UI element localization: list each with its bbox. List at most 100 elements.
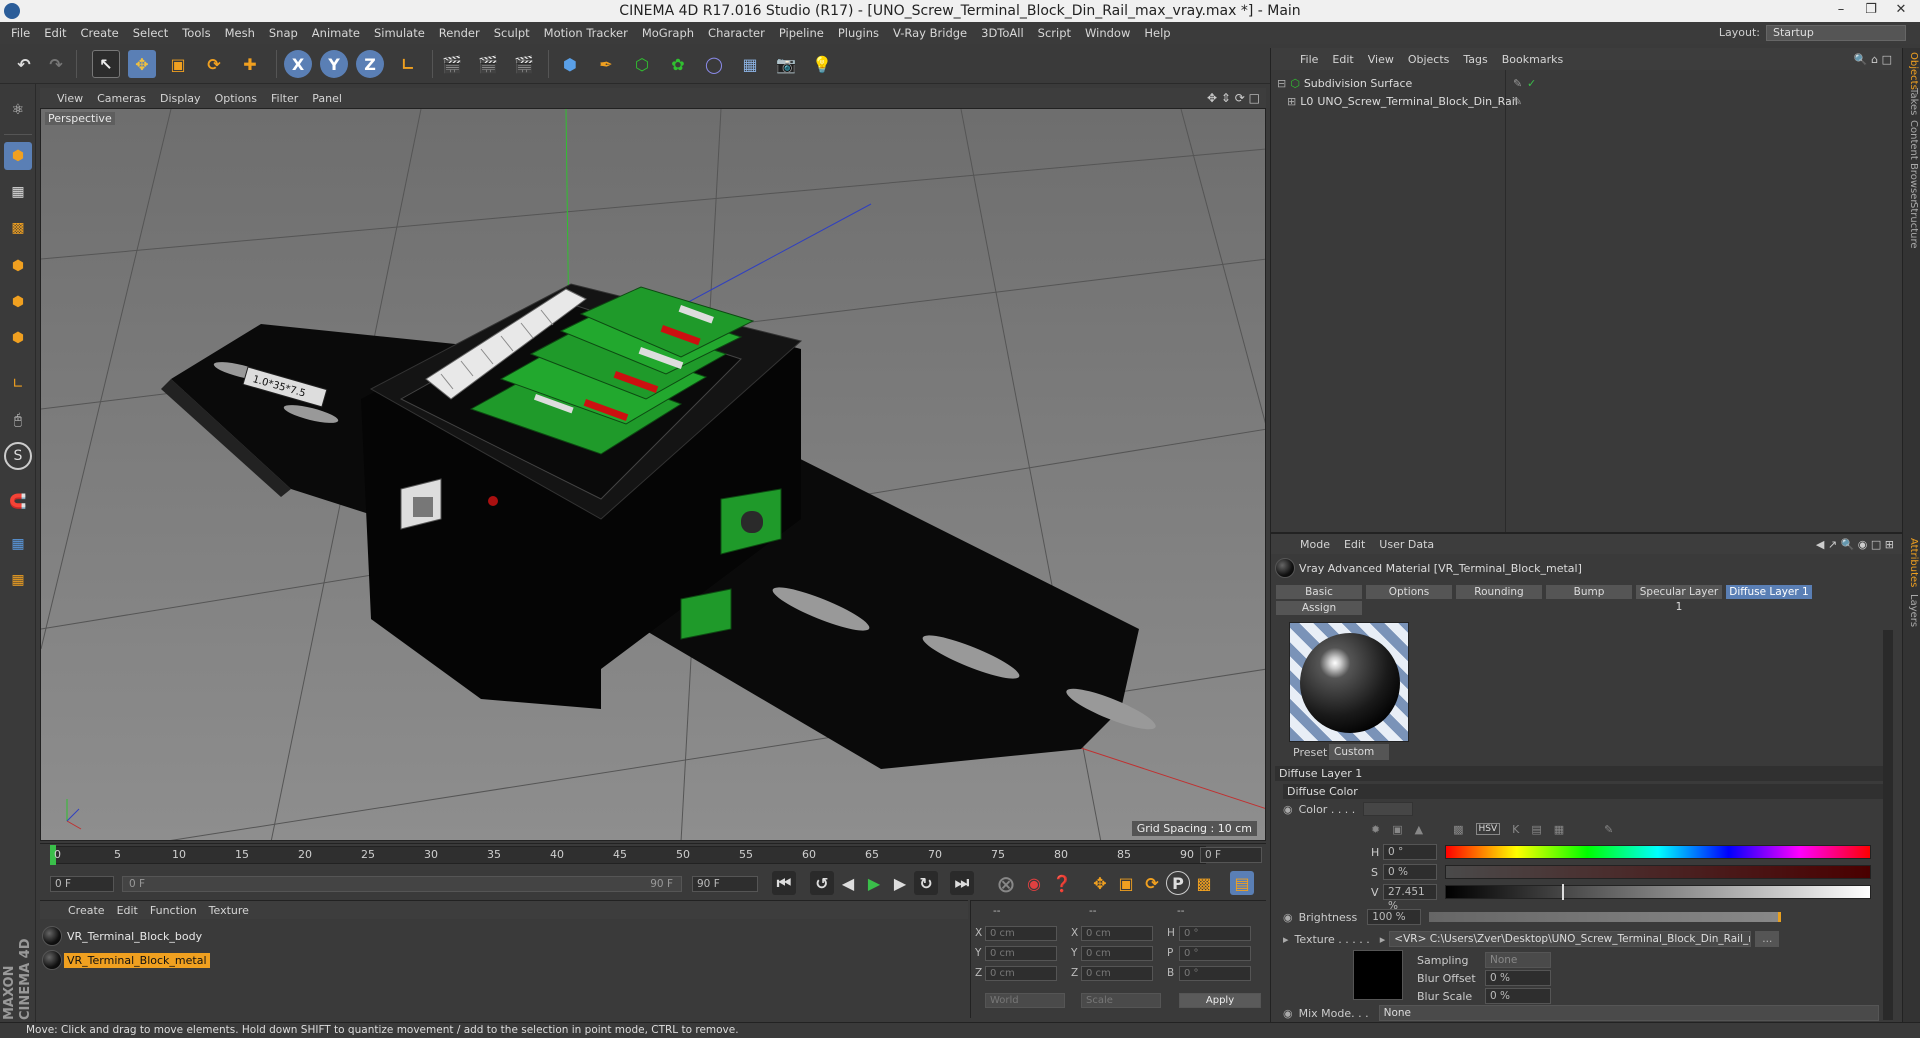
record-keys-icon[interactable]: ⨂ — [994, 871, 1018, 895]
frame-range-slider[interactable]: 0 F 90 F — [122, 876, 682, 892]
tab-options[interactable]: Options — [1365, 584, 1453, 600]
key-parameter-icon[interactable]: P — [1166, 871, 1190, 895]
points-mode-icon[interactable]: ⬢ — [4, 252, 32, 280]
viewport-menu-view[interactable]: View — [50, 92, 90, 105]
undo-icon[interactable]: ↶ — [10, 50, 38, 78]
size-x-field[interactable]: 0 cm — [1081, 926, 1153, 941]
previous-key-icon[interactable]: ↺ — [810, 871, 834, 895]
section-diffuse-color[interactable]: Diffuse Color — [1283, 784, 1883, 799]
position-x-field[interactable]: 0 cm — [985, 926, 1057, 941]
tab-basic[interactable]: Basic — [1275, 584, 1363, 600]
go-to-start-icon[interactable]: ⏮ — [772, 871, 796, 895]
timeline-window-icon[interactable]: ▤ — [1230, 871, 1254, 895]
material-item[interactable]: VR_Terminal_Block_body — [42, 925, 206, 947]
tab-layers[interactable]: Layers — [1905, 594, 1919, 627]
position-z-field[interactable]: 0 cm — [985, 966, 1057, 981]
menu-mograph[interactable]: MoGraph — [635, 26, 701, 40]
texture-browse-button[interactable]: ... — [1755, 931, 1780, 947]
eyedropper-icon[interactable]: ✎ — [1604, 823, 1613, 836]
object-menu-edit[interactable]: Edit — [1325, 53, 1360, 66]
redo-icon[interactable]: ↷ — [42, 50, 70, 78]
material-preview-swatch[interactable] — [1289, 622, 1409, 742]
snapping-icon[interactable]: S — [4, 442, 32, 470]
rotate-tool-icon[interactable]: ⟳ — [200, 50, 228, 78]
object-menu-objects[interactable]: Objects — [1401, 53, 1457, 66]
menu-plugins[interactable]: Plugins — [831, 26, 886, 40]
saturation-field[interactable]: 0 % — [1383, 864, 1437, 880]
preset-select[interactable]: Custom — [1329, 744, 1389, 760]
attribute-menu-user-data[interactable]: User Data — [1372, 538, 1441, 551]
expand-icon[interactable]: ⊞ — [1287, 95, 1296, 108]
rotation-p-field[interactable]: 0 ° — [1179, 946, 1251, 961]
menu-character[interactable]: Character — [701, 26, 772, 40]
workplane-mode-icon[interactable]: ▩ — [4, 214, 32, 242]
grid-snap-icon[interactable]: ▦ — [4, 566, 32, 594]
object-row[interactable]: ⊞ L0 UNO_Screw_Terminal_Block_Din_Rail ✎ — [1271, 92, 1903, 110]
object-menu-bookmarks[interactable]: Bookmarks — [1495, 53, 1570, 66]
minimize-icon[interactable]: – — [1826, 0, 1856, 22]
blur-scale-field[interactable]: 0 % — [1485, 988, 1551, 1004]
close-icon[interactable]: ✕ — [1886, 0, 1916, 22]
material-menu-texture[interactable]: Texture — [203, 904, 255, 917]
move-tool-icon[interactable]: ✥ — [128, 50, 156, 78]
scale-tool-icon[interactable]: ▣ — [164, 50, 192, 78]
tab-assign[interactable]: Assign — [1275, 600, 1363, 616]
material-menu-function[interactable]: Function — [144, 904, 203, 917]
render-settings-icon[interactable]: 🎬 — [510, 50, 538, 78]
tab-rounding[interactable]: Rounding — [1455, 584, 1543, 600]
attribute-scrollbar[interactable] — [1883, 630, 1893, 1020]
tab-specular-layer-1[interactable]: Specular Layer 1 — [1635, 584, 1723, 613]
viewport-menu-cameras[interactable]: Cameras — [90, 92, 153, 105]
mixer-icon[interactable]: ▤ — [1531, 823, 1541, 836]
menu-sculpt[interactable]: Sculpt — [487, 26, 537, 40]
subdivision-surface-icon[interactable]: ⬡ — [628, 50, 656, 78]
next-frame-icon[interactable]: ▶ — [888, 871, 912, 895]
render-picture-viewer-icon[interactable]: 🎬 — [474, 50, 502, 78]
menu-3dtoall[interactable]: 3DToAll — [974, 26, 1031, 40]
object-menu-tags[interactable]: Tags — [1456, 53, 1494, 66]
enabled-check-icon[interactable]: ✓ — [1527, 77, 1536, 90]
color-image-icon[interactable]: ▲ — [1415, 823, 1423, 836]
material-menu-edit[interactable]: Edit — [111, 904, 144, 917]
polygons-mode-icon[interactable]: ⬢ — [4, 324, 32, 352]
coordinate-system-icon[interactable]: ∟ — [394, 50, 422, 78]
menu-simulate[interactable]: Simulate — [367, 26, 432, 40]
menu-vray-bridge[interactable]: V-Ray Bridge — [886, 26, 974, 40]
rotation-b-field[interactable]: 0 ° — [1179, 966, 1251, 981]
expand-arrow-icon[interactable]: ▸ — [1283, 933, 1289, 946]
render-view-icon[interactable]: 🎬 — [438, 50, 466, 78]
hue-slider[interactable] — [1445, 845, 1871, 859]
visibility-toggle-icon[interactable]: ✎ — [1513, 95, 1522, 108]
menu-create[interactable]: Create — [74, 26, 126, 40]
viewport-menu-panel[interactable]: Panel — [305, 92, 349, 105]
menu-mesh[interactable]: Mesh — [218, 26, 262, 40]
soft-selection-icon[interactable]: 🧲 — [4, 488, 32, 516]
tweak-mode-icon[interactable]: 🖰 — [4, 406, 32, 434]
layout-select[interactable]: Startup — [1766, 25, 1906, 41]
value-slider-knob[interactable] — [1562, 884, 1565, 900]
cinema4d-app-icon[interactable] — [4, 3, 20, 19]
menu-render[interactable]: Render — [432, 26, 487, 40]
keyframe-dot-icon[interactable]: ◉ — [1283, 803, 1293, 816]
apply-button[interactable]: Apply — [1179, 993, 1261, 1008]
x-axis-lock-icon[interactable]: X — [284, 50, 312, 78]
menu-file[interactable]: File — [4, 26, 37, 40]
rgb-mode-icon[interactable]: ▩ — [1453, 823, 1463, 836]
hue-field[interactable]: 0 ° — [1383, 844, 1437, 860]
rotation-h-field[interactable]: 0 ° — [1179, 926, 1251, 941]
texture-preview-thumbnail[interactable] — [1353, 950, 1403, 1000]
current-frame-field[interactable]: 0 F — [1200, 847, 1262, 863]
live-selection-icon[interactable]: ↖ — [92, 50, 120, 78]
menu-window[interactable]: Window — [1078, 26, 1137, 40]
tab-diffuse-layer-1[interactable]: Diffuse Layer 1 — [1725, 584, 1813, 600]
mograph-cloner-icon[interactable]: ✿ — [664, 50, 692, 78]
timeline-track[interactable] — [50, 846, 1206, 864]
color-spectrum-icon[interactable]: ▣ — [1392, 823, 1402, 836]
keyframe-selection-icon[interactable]: ❓ — [1050, 871, 1074, 895]
material-item-selected[interactable]: VR_Terminal_Block_metal — [42, 949, 210, 971]
keyframe-dot-icon[interactable]: ◉ — [1283, 911, 1293, 924]
attribute-nav-icons[interactable]: ◀ ↗ 🔍 ◉ □ ⊞ — [1816, 538, 1894, 551]
expand-icon[interactable]: ⊟ — [1277, 77, 1286, 90]
y-axis-lock-icon[interactable]: Y — [320, 50, 348, 78]
menu-animate[interactable]: Animate — [305, 26, 367, 40]
